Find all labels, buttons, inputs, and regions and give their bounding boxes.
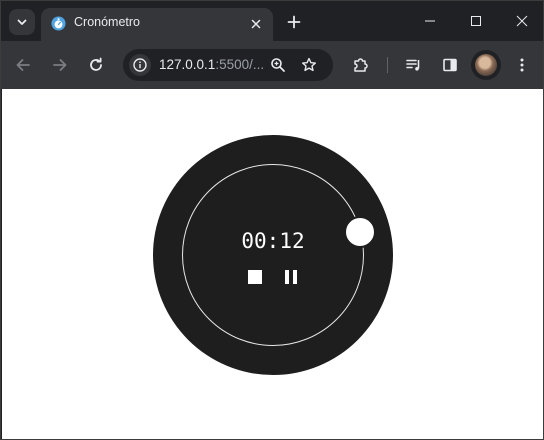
- stopwatch-dial: 00:12: [153, 135, 393, 375]
- time-display: 00:12: [241, 229, 305, 253]
- chevron-down-icon: [17, 19, 27, 25]
- extensions-button[interactable]: [349, 53, 373, 77]
- url-text: 127.0.0.1:5500/...: [159, 57, 264, 72]
- forward-button[interactable]: [48, 53, 72, 77]
- reload-button[interactable]: [84, 53, 108, 77]
- bookmark-button[interactable]: [299, 55, 319, 75]
- window-close-button[interactable]: [499, 1, 543, 41]
- plus-icon: [287, 15, 301, 29]
- toolbar-separator: [387, 57, 388, 73]
- tab-search-button[interactable]: [9, 9, 35, 35]
- stop-button[interactable]: [246, 268, 264, 286]
- menu-button[interactable]: [510, 53, 534, 77]
- avatar-image: [475, 54, 497, 76]
- close-icon: [516, 15, 528, 27]
- close-icon: [251, 19, 261, 29]
- side-panel-icon: [443, 58, 457, 72]
- minimize-icon: [425, 20, 435, 22]
- pause-icon: [285, 270, 297, 284]
- new-tab-button[interactable]: [283, 11, 305, 33]
- tab-title: Cronómetro: [74, 15, 140, 29]
- puzzle-icon: [354, 58, 368, 72]
- side-panel-button[interactable]: [438, 53, 462, 77]
- progress-ring: [182, 164, 364, 346]
- zoom-in-icon: [271, 58, 285, 72]
- url-host: 127.0.0.1: [159, 57, 216, 72]
- zoom-button[interactable]: [268, 55, 288, 75]
- more-vert-icon: [520, 58, 524, 72]
- tab-close-button[interactable]: [247, 15, 265, 33]
- browser-toolbar: 127.0.0.1:5500/...: [1, 41, 543, 89]
- page-content: 00:12: [2, 89, 543, 439]
- reload-icon: [90, 57, 102, 71]
- back-button[interactable]: [11, 53, 35, 77]
- maximize-icon: [471, 16, 481, 26]
- profile-avatar[interactable]: [471, 50, 501, 80]
- media-control-button[interactable]: [402, 53, 426, 77]
- star-icon: [302, 57, 316, 72]
- arrow-right-icon: [53, 59, 67, 71]
- stop-icon: [248, 270, 262, 284]
- maximize-button[interactable]: [453, 1, 499, 41]
- tab-cronometro[interactable]: Cronómetro: [41, 8, 273, 41]
- pause-button[interactable]: [282, 268, 300, 286]
- minimize-button[interactable]: [407, 1, 453, 41]
- site-info-button[interactable]: [129, 54, 151, 76]
- address-bar[interactable]: 127.0.0.1:5500/...: [123, 49, 333, 81]
- arrow-left-icon: [16, 59, 30, 71]
- browser-window: Cronómetro 127.0.0.1:5500/... 00:12: [0, 0, 544, 440]
- tab-strip: Cronómetro: [1, 1, 543, 41]
- info-icon: [133, 58, 147, 72]
- stopwatch-favicon-icon: [51, 16, 66, 31]
- url-path: :5500/...: [215, 57, 265, 72]
- playlist-icon: [406, 59, 420, 71]
